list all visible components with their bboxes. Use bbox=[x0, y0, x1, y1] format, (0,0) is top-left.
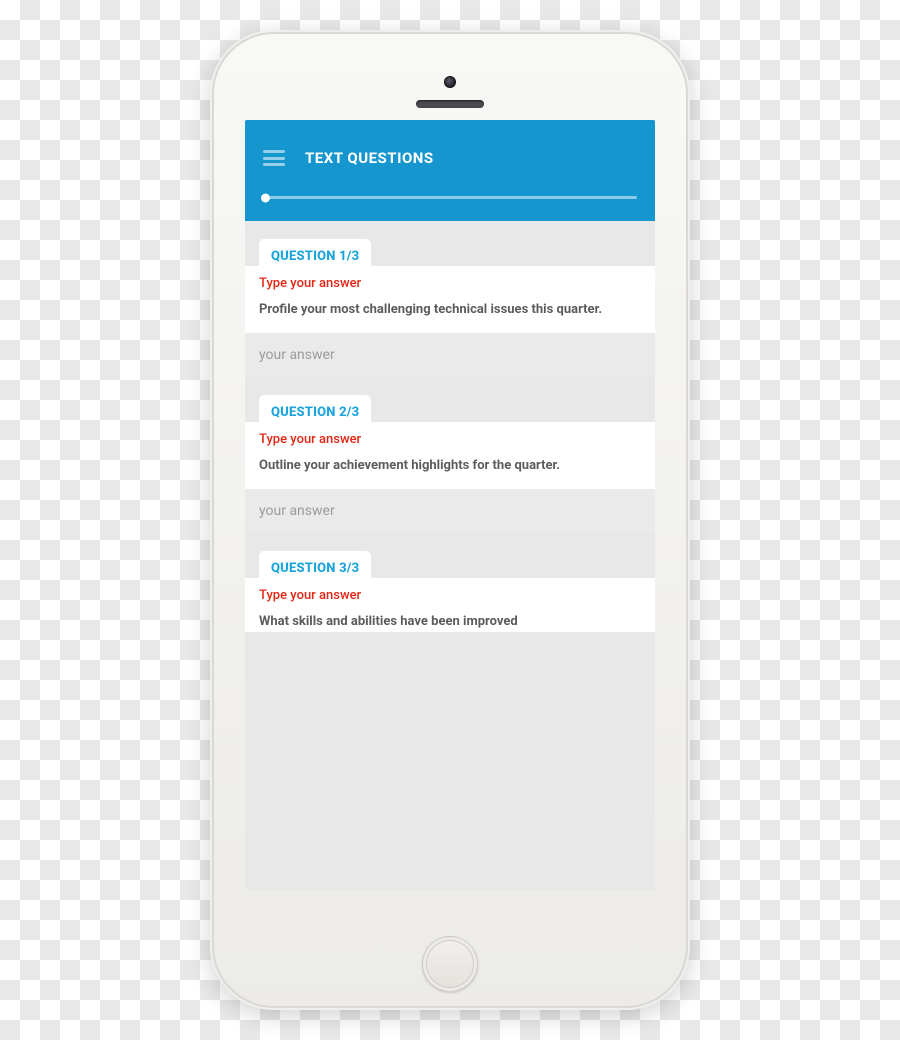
question-card: Type your answer Profile your most chall… bbox=[245, 266, 655, 377]
phone-top-bezel bbox=[416, 30, 484, 120]
question-instruction: Type your answer bbox=[259, 432, 641, 447]
progress-track bbox=[263, 196, 637, 199]
question-tag: QUESTION 3/3 bbox=[259, 551, 371, 582]
question-prompt: What skills and abilities have been impr… bbox=[259, 613, 641, 631]
speaker-grill bbox=[416, 100, 484, 108]
question-block: QUESTION 2/3 Type your answer Outline yo… bbox=[245, 395, 655, 533]
question-instruction: Type your answer bbox=[259, 276, 641, 291]
phone-screen: TEXT QUESTIONS QUESTION 1/3 Type your an… bbox=[245, 120, 655, 890]
question-card: Type your answer Outline your achievemen… bbox=[245, 422, 655, 533]
progress-handle-icon[interactable] bbox=[261, 193, 270, 202]
answer-input[interactable] bbox=[245, 333, 655, 377]
phone-frame: TEXT QUESTIONS QUESTION 1/3 Type your an… bbox=[210, 30, 690, 1010]
app-header-bar: TEXT QUESTIONS bbox=[245, 120, 655, 180]
question-block: QUESTION 1/3 Type your answer Profile yo… bbox=[245, 239, 655, 377]
question-block: QUESTION 3/3 Type your answer What skill… bbox=[245, 551, 655, 645]
app-header: TEXT QUESTIONS bbox=[245, 120, 655, 221]
progress-bar[interactable] bbox=[245, 180, 655, 221]
question-tag: QUESTION 2/3 bbox=[259, 395, 371, 426]
question-prompt: Profile your most challenging technical … bbox=[259, 301, 641, 319]
question-instruction: Type your answer bbox=[259, 588, 641, 603]
question-prompt: Outline your achievement highlights for … bbox=[259, 457, 641, 475]
phone-bottom-bezel bbox=[210, 936, 690, 992]
menu-icon[interactable] bbox=[263, 150, 285, 166]
app-title: TEXT QUESTIONS bbox=[305, 149, 434, 167]
camera-icon bbox=[444, 76, 456, 88]
home-button[interactable] bbox=[422, 936, 478, 992]
questions-list[interactable]: QUESTION 1/3 Type your answer Profile yo… bbox=[245, 221, 655, 890]
answer-input[interactable] bbox=[245, 489, 655, 533]
question-tag: QUESTION 1/3 bbox=[259, 239, 371, 270]
question-card: Type your answer What skills and abiliti… bbox=[245, 578, 655, 631]
